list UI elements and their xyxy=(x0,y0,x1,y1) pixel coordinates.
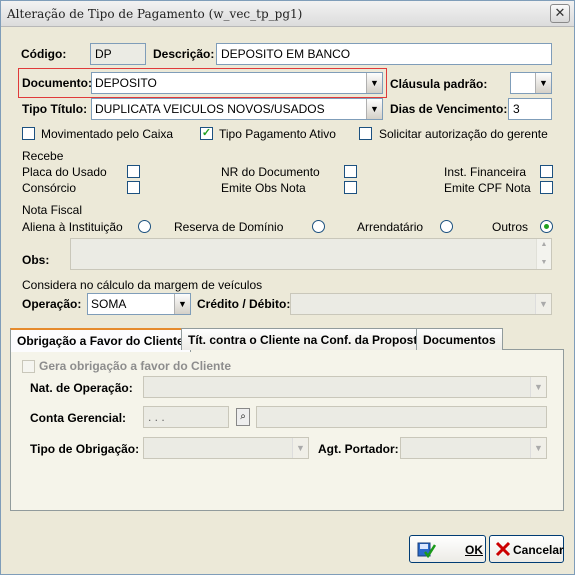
obs-label: Obs: xyxy=(22,253,50,267)
chevron-down-icon[interactable]: ▼ xyxy=(174,294,190,314)
tipo-obr-select[interactable]: ▼ xyxy=(143,437,309,459)
inst-fin-checkbox[interactable] xyxy=(540,165,553,178)
considera-title: Considera no cálculo da margem de veícul… xyxy=(22,278,263,292)
documento-value: DEPOSITO xyxy=(95,76,157,90)
clausula-select[interactable]: ▼ xyxy=(510,72,552,94)
emite-cpf-checkbox[interactable] xyxy=(540,181,553,194)
placa-label: Placa do Usado xyxy=(22,165,107,179)
agt-port-label: Agt. Portador: xyxy=(318,442,399,456)
consorcio-checkbox[interactable] xyxy=(127,181,140,194)
tab-titulo-contra[interactable]: Tít. contra o Cliente na Conf. da Propos… xyxy=(181,328,432,350)
nr-doc-checkbox[interactable] xyxy=(344,165,357,178)
placa-checkbox[interactable] xyxy=(127,165,140,178)
gera-checkbox[interactable] xyxy=(22,360,35,373)
lookup-icon[interactable]: ⌕ xyxy=(236,408,250,426)
reserva-label: Reserva de Domínio xyxy=(174,220,284,234)
documento-select[interactable]: DEPOSITO ▼ xyxy=(91,72,383,94)
codigo-label: Código: xyxy=(21,47,67,61)
arrendatario-label: Arrendatário xyxy=(357,220,424,234)
solicitar-checkbox[interactable] xyxy=(359,127,372,140)
emite-cpf-label: Emite CPF Nota xyxy=(444,181,531,195)
descricao-label: Descrição: xyxy=(153,47,215,61)
tipo-pag-ativo-label: Tipo Pagamento Ativo xyxy=(219,127,336,141)
emite-obs-checkbox[interactable] xyxy=(344,181,357,194)
credito-select[interactable]: ▼ xyxy=(290,293,552,315)
agt-port-select[interactable]: ▼ xyxy=(400,437,547,459)
descricao-field[interactable]: DEPOSITO EM BANCO xyxy=(216,43,552,65)
tab-documentos[interactable]: Documentos xyxy=(416,328,503,350)
consorcio-label: Consórcio xyxy=(22,181,77,195)
obs-field[interactable]: ▲ ▼ xyxy=(70,238,552,270)
operacao-value: SOMA xyxy=(91,297,127,311)
nat-op-label: Nat. de Operação: xyxy=(30,381,133,395)
obs-scrollbar[interactable]: ▲ ▼ xyxy=(536,239,551,269)
tipo-pag-ativo-checkbox[interactable]: ✓ xyxy=(200,127,213,140)
inst-fin-label: Inst. Financeira xyxy=(444,165,527,179)
cancel-button[interactable]: Cancelar xyxy=(489,535,564,563)
dias-venc-field[interactable]: 3 xyxy=(508,98,552,120)
recebe-title: Recebe xyxy=(22,149,64,163)
conta-ger-label: Conta Gerencial: xyxy=(30,411,127,425)
chevron-down-icon[interactable]: ▼ xyxy=(530,377,546,397)
reserva-radio[interactable] xyxy=(312,220,325,233)
tipo-titulo-select[interactable]: DUPLICATA VEICULOS NOVOS/USADOS ▼ xyxy=(91,98,383,120)
outros-label: Outros xyxy=(492,220,529,234)
arrendatario-radio[interactable] xyxy=(440,220,453,233)
close-button[interactable]: ✕ xyxy=(550,4,570,23)
documento-label: Documento: xyxy=(22,76,92,90)
emite-obs-label: Emite Obs Nota xyxy=(221,181,306,195)
movimentado-label: Movimentado pelo Caixa xyxy=(41,127,174,141)
aliena-label: Aliena à Instituição xyxy=(22,220,123,234)
cancel-label: Cancelar xyxy=(513,543,564,557)
nota-fiscal-title: Nota Fiscal xyxy=(22,203,83,217)
dialog-window: Alteração de Tipo de Pagamento (w_vec_tp… xyxy=(0,0,575,575)
chevron-down-icon[interactable]: ▼ xyxy=(535,294,551,314)
tipo-titulo-label: Tipo Título: xyxy=(22,102,88,116)
dias-venc-label: Dias de Vencimento: xyxy=(390,102,508,116)
tab-panel: Gera obrigação a favor do Cliente Nat. d… xyxy=(10,349,564,511)
chevron-down-icon[interactable]: ▼ xyxy=(535,73,551,93)
nr-doc-label: NR do Documento xyxy=(221,165,320,179)
title-bar: Alteração de Tipo de Pagamento (w_vec_tp… xyxy=(1,1,574,27)
cancel-icon xyxy=(495,541,511,557)
operacao-select[interactable]: SOMA ▼ xyxy=(87,293,191,315)
aliena-radio[interactable] xyxy=(138,220,151,233)
outros-radio[interactable] xyxy=(540,220,553,233)
operacao-label: Operação: xyxy=(22,297,82,311)
tipo-titulo-value: DUPLICATA VEICULOS NOVOS/USADOS xyxy=(95,102,325,116)
credito-label: Crédito / Débito: xyxy=(197,297,291,311)
conta-ger-desc-field[interactable] xyxy=(256,406,547,428)
chevron-down-icon[interactable]: ▼ xyxy=(366,73,382,93)
chevron-down-icon[interactable]: ▼ xyxy=(366,99,382,119)
clausula-label: Cláusula padrão: xyxy=(390,77,488,91)
tab-obrigacao[interactable]: Obrigação a Favor do Cliente xyxy=(10,328,191,352)
conta-ger-field[interactable]: . . . xyxy=(143,406,229,428)
save-icon xyxy=(416,540,437,559)
chevron-down-icon[interactable]: ▼ xyxy=(530,438,546,458)
ok-label: OK xyxy=(465,543,483,557)
dialog-body: Código: DP Descrição: DEPOSITO EM BANCO … xyxy=(2,28,573,574)
solicitar-label: Solicitar autorização do gerente xyxy=(379,127,548,141)
chevron-down-icon[interactable]: ▼ xyxy=(292,438,308,458)
window-title: Alteração de Tipo de Pagamento (w_vec_tp… xyxy=(7,7,303,21)
ok-button[interactable]: OK xyxy=(409,535,486,563)
gera-label: Gera obrigação a favor do Cliente xyxy=(39,359,232,373)
nat-op-select[interactable]: ▼ xyxy=(143,376,547,398)
tipo-obr-label: Tipo de Obrigação: xyxy=(30,442,140,456)
movimentado-checkbox[interactable] xyxy=(22,127,35,140)
codigo-field[interactable]: DP xyxy=(90,43,146,65)
